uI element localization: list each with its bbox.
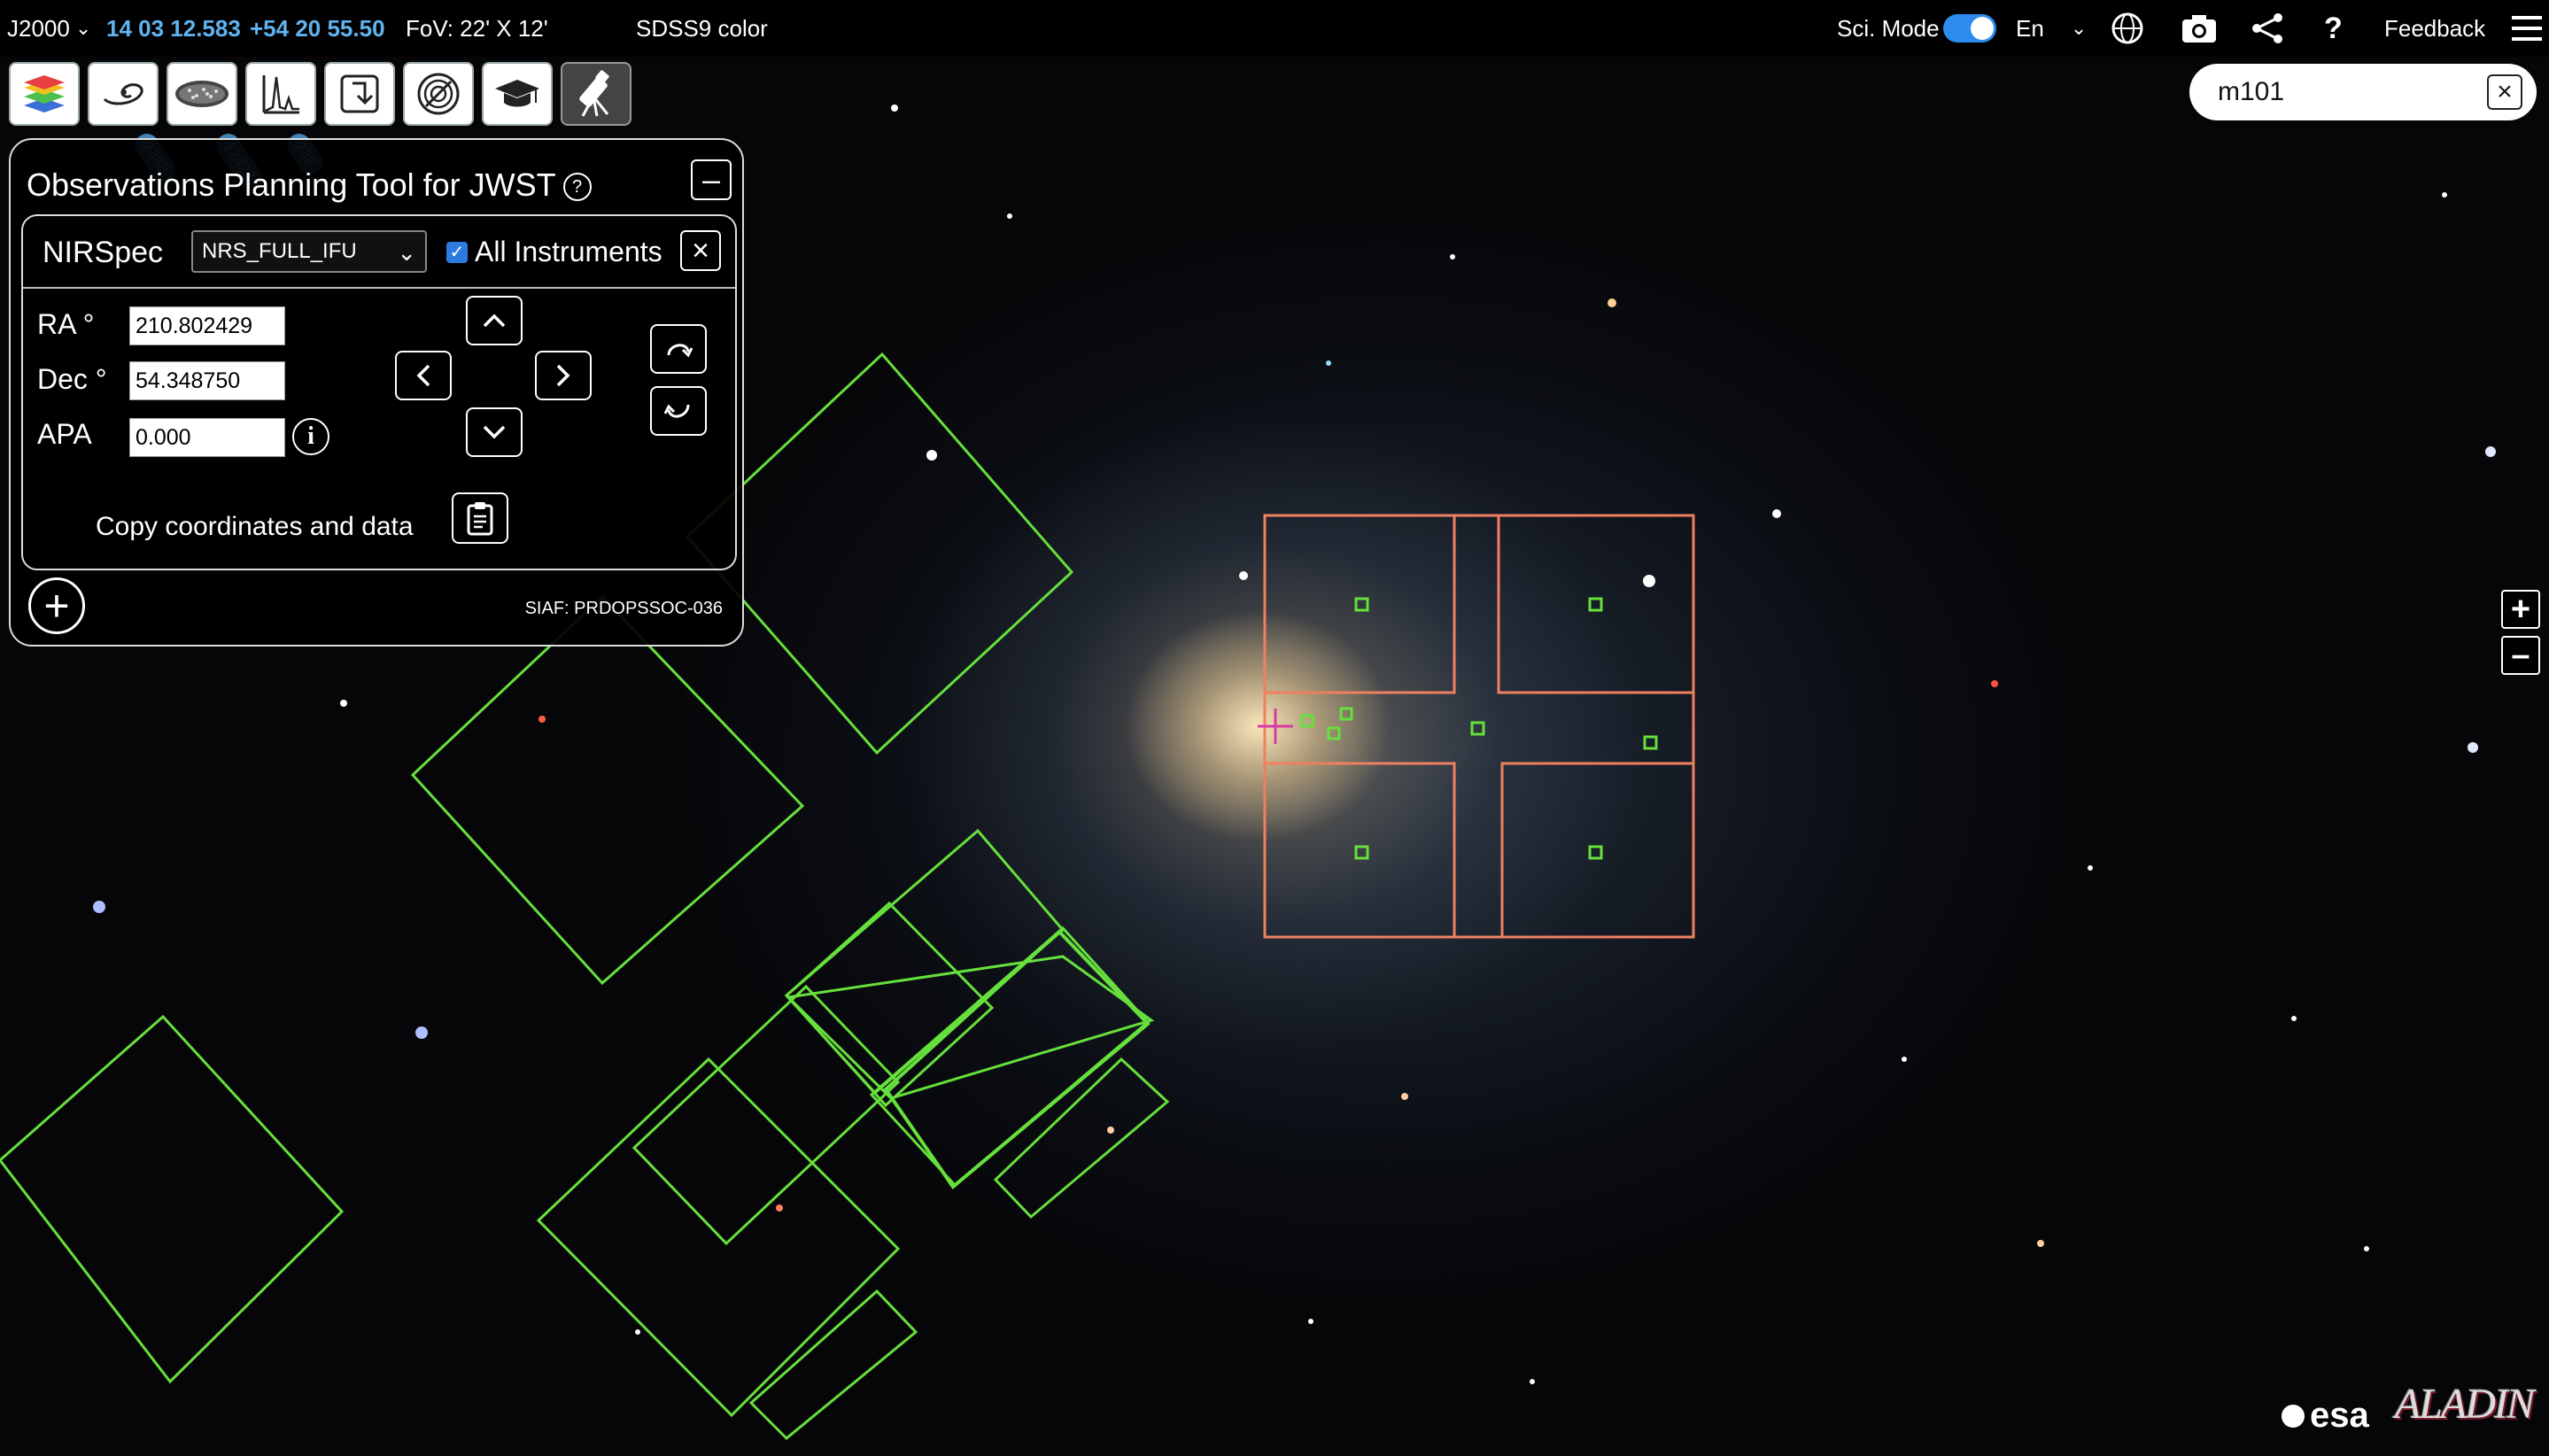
remove-instrument-button[interactable]: ×	[680, 230, 721, 271]
plus-icon: +	[43, 581, 70, 631]
target-search: ×	[2189, 64, 2537, 120]
target-center-marker	[1258, 709, 1293, 744]
language-select[interactable]: En ⌄	[2016, 0, 2087, 57]
esa-logo-text: esa	[2310, 1396, 2369, 1435]
copy-coordinates-button[interactable]	[452, 492, 508, 544]
close-icon: ×	[2497, 77, 2513, 106]
language-label: En	[2016, 14, 2044, 42]
rotate-clockwise-icon	[667, 344, 693, 358]
cursor-ra: 14 03 12.583	[106, 14, 241, 42]
chevron-down-icon	[483, 425, 506, 439]
checkmark-icon: ✓	[446, 241, 468, 263]
search-input[interactable]	[2216, 76, 2468, 108]
dec-label: Dec °	[37, 363, 107, 395]
rotate-counterclockwise-button[interactable]	[650, 386, 707, 436]
aperture-select[interactable]: NRS_FULL_IFU ⌄	[191, 230, 427, 273]
galaxy-icon	[103, 83, 143, 105]
outreach-button[interactable]	[482, 62, 553, 126]
copy-coordinates-label: Copy coordinates and data	[96, 512, 414, 541]
apa-label: APA	[37, 418, 92, 450]
globe-icon[interactable]	[2110, 0, 2145, 57]
all-instruments-checkbox[interactable]: ✓ All Instruments	[446, 236, 662, 268]
cursor-dec: +54 20 55.50	[250, 14, 385, 42]
close-icon: ×	[692, 233, 709, 267]
target-list-icon	[340, 74, 379, 113]
nircam-footprint-red	[1263, 514, 1695, 939]
help-icon[interactable]: ?	[2324, 0, 2343, 57]
coordinate-frame-select[interactable]: J2000 ⌄	[7, 0, 91, 57]
aperture-value: NRS_FULL_IFU	[202, 239, 357, 263]
telescope-icon	[579, 70, 609, 117]
siaf-version: SIAF: PRDOPSSOC-036	[524, 599, 723, 618]
dec-field[interactable]	[129, 361, 285, 400]
zoom-out-button[interactable]: –	[2501, 636, 2540, 675]
catalogue-button[interactable]	[167, 62, 237, 126]
menu-icon[interactable]	[2512, 0, 2542, 57]
minus-icon: –	[701, 161, 721, 197]
aladin-logo: ALADIN	[2395, 1381, 2535, 1428]
rotate-counterclockwise-icon	[663, 404, 690, 418]
move-up-button[interactable]	[466, 296, 523, 345]
catalogue-icon	[175, 81, 229, 107]
chevron-down-icon: ⌄	[74, 17, 92, 39]
zoom-in-button[interactable]: +	[2501, 590, 2540, 629]
plus-icon: +	[2510, 590, 2531, 628]
panel-title: Observations Planning Tool for JWST	[27, 167, 556, 203]
camera-icon[interactable]	[2181, 0, 2218, 57]
esa-logo: esa	[2282, 1396, 2369, 1436]
graduation-cap-icon	[495, 80, 539, 107]
jwst-planning-panel: Observations Planning Tool for JWST? – N…	[9, 138, 744, 647]
chevron-left-icon	[416, 364, 430, 387]
spectra-button[interactable]	[245, 62, 316, 126]
add-instrument-button[interactable]: +	[28, 577, 85, 634]
galaxy-button[interactable]	[88, 62, 159, 126]
gw-skymap-icon	[417, 73, 460, 115]
minimize-panel-button[interactable]: –	[691, 159, 732, 200]
move-left-button[interactable]	[395, 351, 452, 400]
instrument-row: NIRSpec NRS_FULL_IFU ⌄ ✓ All Instruments…	[23, 216, 735, 289]
minus-icon: –	[2511, 636, 2530, 674]
sci-mode-label: Sci. Mode	[1837, 14, 1940, 42]
frame-label: J2000	[7, 14, 70, 42]
chevron-down-icon: ⌄	[397, 239, 416, 266]
tool-buttons	[9, 62, 631, 126]
clipboard-icon	[467, 502, 493, 536]
instrument-footprint-box: NIRSpec NRS_FULL_IFU ⌄ ✓ All Instruments…	[21, 214, 737, 570]
gw-skymap-button[interactable]	[403, 62, 474, 126]
spectra-icon	[262, 75, 299, 114]
top-bar: J2000 ⌄ 14 03 12.583 +54 20 55.50 FoV: 2…	[0, 0, 2549, 57]
move-down-button[interactable]	[466, 407, 523, 457]
all-instruments-label: All Instruments	[475, 236, 662, 267]
field-of-view: FoV: 22' X 12'	[406, 14, 548, 42]
clear-search-button[interactable]: ×	[2487, 74, 2522, 110]
instrument-name: NIRSpec	[43, 236, 164, 269]
chevron-down-icon: ⌄	[2070, 17, 2088, 39]
esa-dot-icon	[2282, 1404, 2305, 1428]
layers-icon	[24, 75, 65, 112]
chevron-up-icon	[483, 314, 506, 328]
ra-label: RA °	[37, 308, 95, 340]
target-list-button[interactable]	[324, 62, 395, 126]
layers-button[interactable]	[9, 62, 80, 126]
rotate-clockwise-button[interactable]	[650, 324, 707, 374]
share-icon[interactable]	[2250, 0, 2285, 57]
help-icon[interactable]: ?	[562, 173, 592, 202]
panel-title-row: Observations Planning Tool for JWST?	[27, 167, 592, 204]
feedback-button[interactable]: Feedback	[2384, 0, 2485, 57]
move-right-button[interactable]	[535, 351, 592, 400]
sci-mode-toggle[interactable]	[1943, 0, 1996, 57]
jwst-planning-button[interactable]	[561, 62, 631, 126]
apa-field[interactable]	[129, 418, 285, 457]
info-icon[interactable]: i	[292, 418, 329, 455]
survey-name[interactable]: SDSS9 color	[636, 0, 768, 57]
chevron-right-icon	[556, 364, 570, 387]
ra-field[interactable]	[129, 306, 285, 345]
